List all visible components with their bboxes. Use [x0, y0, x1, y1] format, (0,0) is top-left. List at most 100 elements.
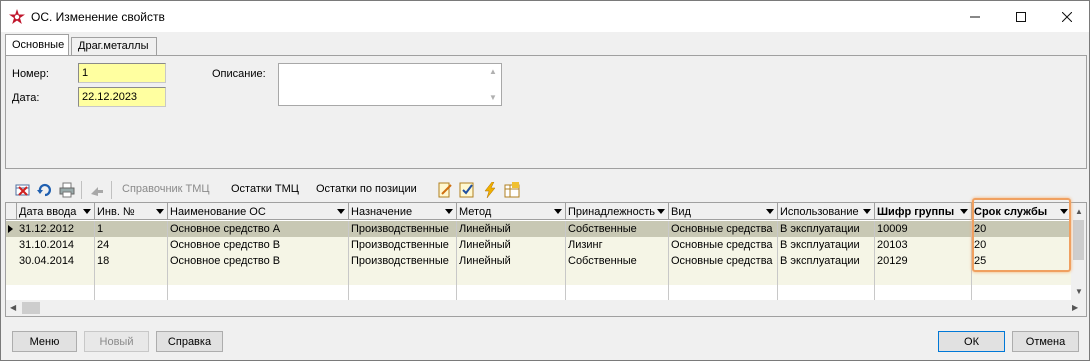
empty-cell — [95, 285, 168, 301]
empty-cell — [17, 269, 95, 285]
scroll-left-icon[interactable]: ◀ — [10, 303, 16, 312]
number-field[interactable]: 1 — [78, 63, 166, 83]
edit-doc-icon[interactable] — [437, 182, 453, 198]
table-edit-icon[interactable] — [504, 182, 520, 198]
empty-cell — [669, 285, 778, 301]
date-field[interactable]: 22.12.2023 — [78, 87, 166, 107]
cancel-button[interactable]: Отмена — [1012, 331, 1079, 352]
cell-type: Основные средства — [669, 253, 778, 269]
cell-date: 31.10.2014 — [17, 237, 95, 253]
column-label: Наименование ОС — [170, 206, 266, 218]
column-header-type[interactable]: Вид — [669, 203, 778, 220]
print-icon[interactable] — [59, 182, 75, 198]
tmc-directory-button[interactable]: Справочник ТМЦ — [122, 183, 210, 195]
lightning-icon[interactable] — [482, 182, 498, 198]
table-row[interactable]: 31.10.2014 24 Основное средство В Произв… — [6, 237, 1072, 253]
column-label: Вид — [671, 206, 691, 218]
cell-type: Основные средства — [669, 237, 778, 253]
cell-type: Основные средства — [669, 221, 778, 237]
scroll-thumb[interactable] — [1073, 220, 1084, 260]
horizontal-scrollbar[interactable]: ◀ ▶ — [6, 300, 1086, 316]
filter-dropdown-icon[interactable] — [83, 209, 91, 214]
new-button[interactable]: Новый — [84, 331, 149, 352]
cell-ownership: Собственные — [566, 221, 669, 237]
cell-usage: В эксплуатации — [778, 221, 875, 237]
empty-cell — [875, 269, 972, 285]
filter-dropdown-icon[interactable] — [337, 209, 345, 214]
column-label: Шифр группы — [877, 206, 955, 218]
description-label: Описание: — [212, 68, 266, 80]
tmc-balances-button[interactable]: Остатки ТМЦ — [231, 183, 299, 195]
refresh-icon[interactable] — [37, 182, 53, 198]
cell-asset-name: Основное средство А — [168, 221, 349, 237]
help-button[interactable]: Справка — [156, 331, 223, 352]
window-title: ОС. Изменение свойств — [31, 10, 165, 24]
column-header-group-code[interactable]: Шифр группы — [875, 203, 972, 220]
cell-ownership: Собственные — [566, 253, 669, 269]
cell-purpose: Производственные — [349, 237, 457, 253]
cell-inv-number: 18 — [95, 253, 168, 269]
cell-purpose: Производственные — [349, 221, 457, 237]
cell-asset-name: Основное средство В — [168, 237, 349, 253]
column-header-method[interactable]: Метод — [457, 203, 566, 220]
scroll-right-icon[interactable]: ▶ — [1072, 303, 1078, 312]
filter-dropdown-icon[interactable] — [657, 209, 665, 214]
cell-method: Линейный — [457, 253, 566, 269]
column-label: Метод — [459, 206, 492, 218]
scroll-thumb[interactable] — [22, 302, 40, 314]
tab-main[interactable]: Основные — [5, 34, 69, 55]
filter-dropdown-icon[interactable] — [863, 209, 871, 214]
empty-cell — [457, 269, 566, 285]
empty-cell — [349, 285, 457, 301]
column-label: Инв. № — [97, 206, 135, 218]
service-life-highlight — [972, 198, 1071, 272]
column-header-asset-name[interactable]: Наименование ОС — [168, 203, 349, 220]
filter-dropdown-icon[interactable] — [766, 209, 774, 214]
close-button[interactable] — [1044, 1, 1090, 32]
empty-cell — [566, 269, 669, 285]
column-header-date[interactable]: Дата ввода — [17, 203, 95, 220]
disabled-action-icon[interactable] — [89, 182, 105, 198]
empty-row — [6, 285, 1072, 301]
position-balances-button[interactable]: Остатки по позиции — [316, 183, 417, 195]
main-tab-panel — [5, 55, 1087, 169]
column-header-inv-number[interactable]: Инв. № — [95, 203, 168, 220]
delete-icon[interactable] — [15, 182, 31, 198]
column-label: Использование — [780, 206, 859, 218]
cell-asset-name: Основное средство В — [168, 253, 349, 269]
cell-date: 30.04.2014 — [17, 253, 95, 269]
empty-cell — [778, 269, 875, 285]
ok-button[interactable]: ОК — [938, 331, 1005, 352]
cell-inv-number: 1 — [95, 221, 168, 237]
checklist-icon[interactable] — [459, 182, 475, 198]
column-header-purpose[interactable]: Назначение — [349, 203, 457, 220]
table-row[interactable]: 30.04.2014 18 Основное средство В Произв… — [6, 253, 1072, 269]
filter-dropdown-icon[interactable] — [554, 209, 562, 214]
empty-cell — [168, 285, 349, 301]
scroll-down-icon[interactable]: ▼ — [1075, 287, 1083, 296]
table-row[interactable]: 31.12.2012 1 Основное средство А Произво… — [6, 221, 1072, 237]
empty-cell — [17, 285, 95, 301]
empty-cell — [457, 285, 566, 301]
cell-group-code: 20103 — [875, 237, 972, 253]
empty-cell — [349, 269, 457, 285]
menu-button[interactable]: Меню — [12, 331, 77, 352]
vertical-scrollbar[interactable]: ▲ ▼ — [1071, 203, 1086, 300]
filter-dropdown-icon[interactable] — [156, 209, 164, 214]
minimize-button[interactable] — [952, 1, 998, 32]
column-header-ownership[interactable]: Принадлежность — [566, 203, 669, 220]
filter-dropdown-icon[interactable] — [445, 209, 453, 214]
description-scrollbar[interactable]: ▲ ▼ — [485, 64, 501, 105]
column-header-usage[interactable]: Использование — [778, 203, 875, 220]
cell-group-code: 20129 — [875, 253, 972, 269]
date-label: Дата: — [12, 92, 40, 104]
toolbar-separator — [81, 181, 82, 199]
empty-cell — [168, 269, 349, 285]
maximize-button[interactable] — [998, 1, 1044, 32]
cell-ownership: Лизинг — [566, 237, 669, 253]
description-field[interactable]: ▲ ▼ — [278, 63, 502, 106]
properties-window: ОС. Изменение свойств Основные Драг.мета… — [0, 0, 1090, 361]
filter-dropdown-icon[interactable] — [960, 209, 968, 214]
scroll-up-icon[interactable]: ▲ — [1075, 207, 1083, 216]
tab-precious-metals[interactable]: Драг.металлы — [71, 37, 157, 55]
